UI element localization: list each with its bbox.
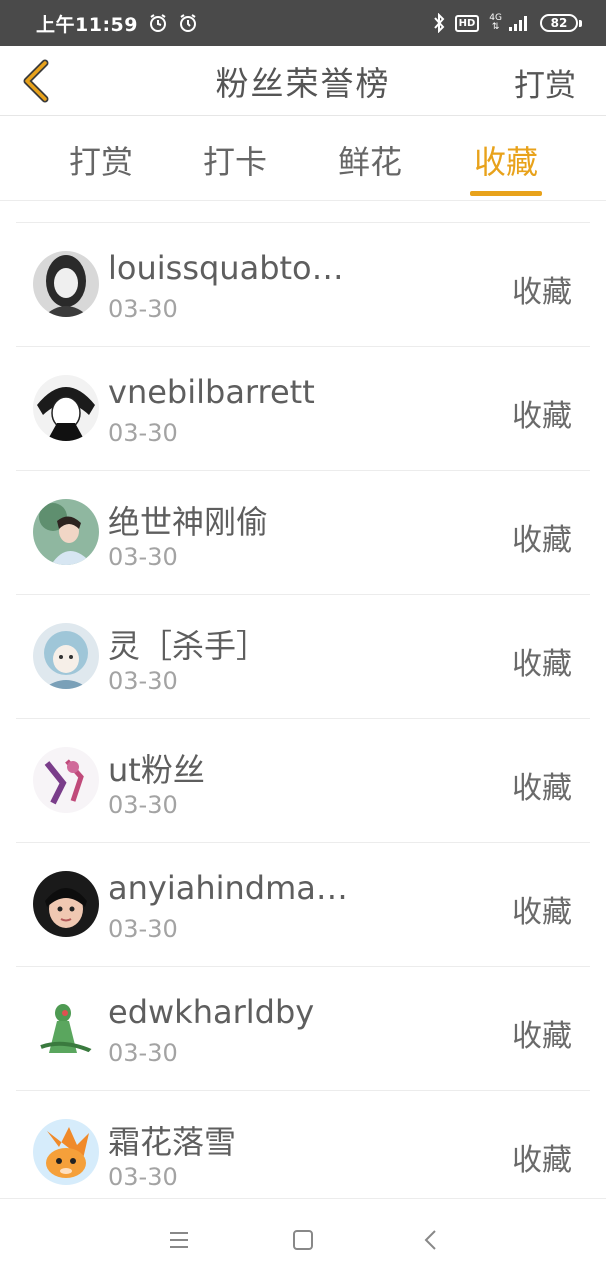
square-icon <box>293 1230 313 1250</box>
list-item[interactable]: 灵［杀手］ 03-30 收藏 <box>16 595 590 719</box>
status-left: 上午11:59 <box>36 10 198 37</box>
alarm-icon <box>178 13 198 33</box>
tab-reward[interactable]: 打赏 <box>56 137 146 183</box>
item-name: ut粉丝 <box>108 751 205 789</box>
item-date: 03-30 <box>108 791 178 819</box>
reward-button[interactable]: 打赏 <box>514 60 576 105</box>
back-arrow-icon <box>424 1230 436 1250</box>
tab-flowers[interactable]: 鲜花 <box>325 137 415 183</box>
status-bar: 上午11:59 HD 4G ⇅ 82 <box>0 0 606 46</box>
item-type: 收藏 <box>512 523 572 558</box>
status-right: HD 4G ⇅ 82 <box>433 13 582 33</box>
status-time: 上午11:59 <box>36 13 138 36</box>
header: 粉丝荣誉榜 打赏 <box>0 46 606 116</box>
item-date: 03-30 <box>108 667 178 695</box>
item-type: 收藏 <box>512 1143 572 1178</box>
item-type: 收藏 <box>512 647 572 682</box>
network-label: 4G ⇅ <box>489 14 502 32</box>
item-name: vnebilbarrett <box>108 373 315 411</box>
avatar <box>33 251 99 317</box>
menu-icon <box>170 1232 188 1248</box>
item-type: 收藏 <box>512 771 572 806</box>
battery-level: 82 <box>550 16 568 30</box>
list-item[interactable]: 霜花落雪 03-30 收藏 <box>16 1091 590 1215</box>
alarm-clock-icon <box>148 13 168 33</box>
chevron-left-icon <box>23 59 49 103</box>
avatar <box>33 995 99 1061</box>
item-date: 03-30 <box>108 543 178 571</box>
hd-badge: HD <box>454 14 480 32</box>
page-title: 粉丝荣誉榜 <box>215 63 391 103</box>
home-button[interactable] <box>290 1227 316 1253</box>
avatar <box>33 871 99 937</box>
list-item[interactable]: edwkharldby 03-30 收藏 <box>16 967 590 1091</box>
avatar <box>33 623 99 689</box>
item-name: louissquabto… <box>108 249 344 287</box>
item-type: 收藏 <box>512 1019 572 1054</box>
avatar <box>33 375 99 441</box>
fan-list: louissquabto… 03-30 收藏 vnebilbarrett 03-… <box>16 222 590 1215</box>
item-name: edwkharldby <box>108 993 315 1031</box>
list-item[interactable]: anyiahindma… 03-30 收藏 <box>16 843 590 967</box>
network-arrows: ⇅ <box>491 22 500 32</box>
item-date: 03-30 <box>108 915 178 943</box>
item-name: anyiahindma… <box>108 869 348 907</box>
active-tab-indicator <box>470 191 542 196</box>
avatar <box>33 1119 99 1185</box>
item-name: 绝世神刚偷 <box>108 503 269 541</box>
back-nav-button[interactable] <box>418 1227 444 1253</box>
list-item[interactable]: louissquabto… 03-30 收藏 <box>16 223 590 347</box>
list-item[interactable]: 绝世神刚偷 03-30 收藏 <box>16 471 590 595</box>
tab-favorites[interactable]: 收藏 <box>461 137 551 183</box>
item-date: 03-30 <box>108 419 178 447</box>
bluetooth-icon <box>433 13 445 33</box>
item-name: 灵［杀手］ <box>108 627 269 665</box>
item-date: 03-30 <box>108 1163 178 1191</box>
menu-button[interactable] <box>166 1227 192 1253</box>
system-nav-bar <box>0 1198 606 1280</box>
item-type: 收藏 <box>512 275 572 310</box>
tab-checkin[interactable]: 打卡 <box>190 137 280 183</box>
item-name: 霜花落雪 <box>108 1123 237 1161</box>
list-item[interactable]: ut粉丝 03-30 收藏 <box>16 719 590 843</box>
item-date: 03-30 <box>108 1039 178 1067</box>
item-type: 收藏 <box>512 895 572 930</box>
back-button[interactable] <box>14 58 58 104</box>
tab-bar: 打赏 打卡 鲜花 收藏 <box>0 117 606 201</box>
list-item[interactable]: vnebilbarrett 03-30 收藏 <box>16 347 590 471</box>
avatar <box>33 747 99 813</box>
battery-icon: 82 <box>540 14 582 32</box>
screen: 上午11:59 HD 4G ⇅ 82 粉丝荣誉榜 打赏 打赏 打卡 鲜花 收藏 … <box>0 0 606 1280</box>
item-type: 收藏 <box>512 399 572 434</box>
signal-icon <box>508 14 530 32</box>
avatar <box>33 499 99 565</box>
item-date: 03-30 <box>108 295 178 323</box>
